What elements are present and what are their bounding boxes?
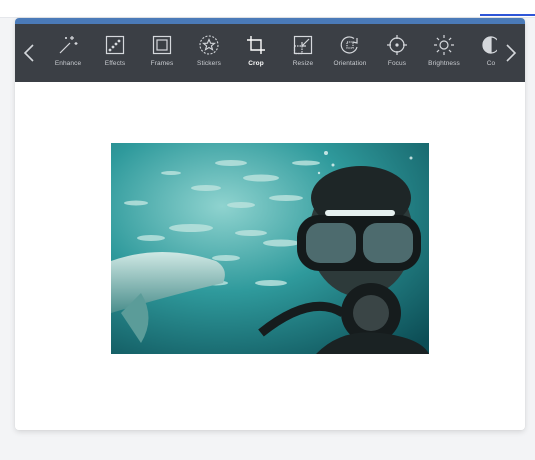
tool-frames[interactable]: Frames [139, 24, 185, 82]
toolbar-tools: Enhance Effects Frames Stickers Crop Res… [45, 24, 497, 82]
tool-label: Effects [104, 60, 126, 67]
contrast-icon [482, 36, 497, 54]
tool-label: Enhance [54, 60, 82, 67]
tool-orientation[interactable]: Orientation [327, 24, 373, 82]
page-header-strip [0, 0, 535, 18]
chevron-left-icon [23, 44, 34, 62]
frame-icon [152, 35, 172, 55]
brightness-icon [434, 35, 454, 55]
header-link-underline[interactable] [480, 14, 535, 16]
tool-label: Resize [292, 60, 314, 67]
tool-focus[interactable]: Focus [374, 24, 420, 82]
tool-effects[interactable]: Effects [92, 24, 138, 82]
editor-canvas [15, 82, 525, 430]
tool-label: Focus [387, 60, 407, 67]
tool-label: Frames [150, 60, 174, 67]
rotate-icon [340, 36, 358, 54]
toolbar-next-button[interactable] [497, 24, 525, 82]
toolbar-prev-button[interactable] [15, 24, 43, 82]
tool-crop[interactable]: Crop [233, 24, 279, 82]
edited-photo[interactable] [111, 143, 429, 354]
photo-editor-card: Enhance Effects Frames Stickers Crop Res… [15, 18, 525, 430]
editor-toolbar: Enhance Effects Frames Stickers Crop Res… [15, 24, 525, 82]
focus-icon [387, 35, 407, 55]
tool-label: Orientation [333, 60, 367, 67]
crop-icon [247, 36, 265, 54]
chevron-right-icon [506, 44, 517, 62]
tool-resize[interactable]: Resize [280, 24, 326, 82]
tool-stickers[interactable]: Stickers [186, 24, 232, 82]
sticker-star-icon [199, 35, 219, 55]
tool-label: Brightness [428, 60, 460, 67]
tool-label: Co [486, 60, 496, 67]
tool-label: Crop [248, 60, 264, 67]
effects-icon [105, 35, 125, 55]
resize-icon [293, 35, 313, 55]
tool-enhance[interactable]: Enhance [45, 24, 91, 82]
tool-contrast[interactable]: Co [468, 24, 497, 82]
tool-label: Stickers [197, 60, 221, 67]
tool-brightness[interactable]: Brightness [421, 24, 467, 82]
diver-photo-image [111, 143, 429, 354]
magic-wand-icon [59, 36, 78, 54]
